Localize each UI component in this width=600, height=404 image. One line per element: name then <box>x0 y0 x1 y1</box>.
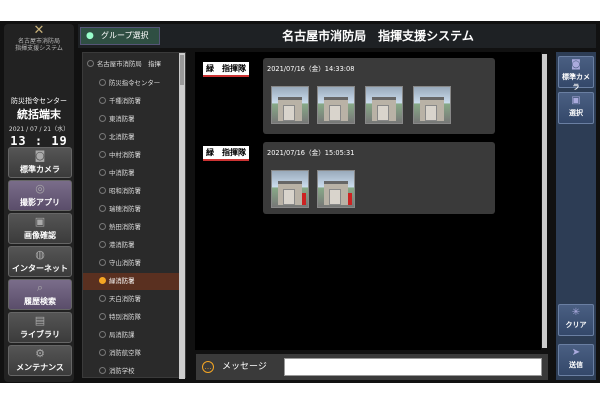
current-date: 2021 / 07 / 21（水） <box>8 126 70 133</box>
org-logo: ✕ 名古屋市消防局 指揮支援システム <box>4 24 74 60</box>
page-title: 名古屋市消防局 指揮支援システム <box>282 29 474 43</box>
tree-node-icon <box>99 151 106 158</box>
tree-item[interactable]: 局消防課 <box>83 327 181 344</box>
organization-tree: 名古屋市消防局 指揮 防災指令センター 千種消防署 東消防署 北消防署 中村消防… <box>82 52 186 380</box>
photo-thumbnail[interactable] <box>365 86 403 124</box>
camera-button[interactable]: ◙ 標準カメラ <box>558 56 594 91</box>
tree-item[interactable]: 特別消防隊 <box>83 309 181 326</box>
org-line1: 名古屋市消防局 <box>17 38 60 45</box>
globe-icon: ◍ <box>35 248 45 261</box>
internet-button[interactable]: ◍ インターネット <box>8 246 72 277</box>
tree-item[interactable]: 熱田消防署 <box>83 219 181 236</box>
send-button[interactable]: ➤ 送信 <box>558 344 594 376</box>
photo-thumbnail[interactable] <box>317 86 355 124</box>
terminal-label: 統括端末 <box>17 108 61 121</box>
app-icon: ◎ <box>35 182 45 195</box>
tree-item[interactable]: 天白消防署 <box>83 291 181 308</box>
sender-badge: 緑 指揮隊 <box>203 146 249 161</box>
tree-node-icon <box>99 79 106 86</box>
tree-scrollbar[interactable] <box>179 53 185 379</box>
image-icon: ▣ <box>34 215 46 228</box>
tree-item[interactable]: 消防学校 <box>83 363 181 380</box>
center-label: 防災指令センター <box>11 97 67 105</box>
tree-node-icon <box>99 349 106 356</box>
select-button[interactable]: ▣ 選択 <box>558 92 594 124</box>
history-search-button[interactable]: ⌕ 履歴検索 <box>8 279 72 310</box>
tree-node-icon <box>99 367 106 374</box>
tree-node-icon <box>87 60 94 67</box>
sender-badge: 緑 指揮隊 <box>203 62 249 77</box>
camera-icon: ◙ <box>34 149 46 162</box>
library-button[interactable]: ▤ ライブラリ <box>8 312 72 343</box>
message-icon: … <box>202 361 214 373</box>
photo-thumbnail[interactable] <box>317 170 355 208</box>
selected-node-icon <box>99 277 106 284</box>
capture-app-button[interactable]: ◎ 撮影アプリ <box>8 180 72 211</box>
tree-node-icon <box>99 259 106 266</box>
message-list: 緑 指揮隊 2021/07/16（金）14:33:08 緑 指揮隊 2021/0… <box>195 52 547 350</box>
message-input[interactable] <box>284 358 542 376</box>
tree-item[interactable]: 昭和消防署 <box>83 183 181 200</box>
right-sidebar: ◙ 標準カメラ ▣ 選択 ✳ クリア ➤ 送信 <box>556 52 596 380</box>
tree-item[interactable]: 名古屋市消防局 指揮 <box>83 56 181 73</box>
tree-item[interactable]: 東消防署 <box>83 111 181 128</box>
tree-node-icon <box>99 241 106 248</box>
tree-item[interactable]: 北消防署 <box>83 129 181 146</box>
message-timestamp: 2021/07/16（金）15:05:31 <box>267 149 355 157</box>
message-timestamp: 2021/07/16（金）14:33:08 <box>267 65 355 73</box>
image-icon: ▣ <box>571 95 581 106</box>
camera-icon: ◙ <box>571 59 581 70</box>
tree-item-selected[interactable]: 緑消防署 <box>83 273 181 290</box>
photo-thumbnail[interactable] <box>413 86 451 124</box>
header-bar: ● グループ選択 名古屋市消防局 指揮支援システム <box>78 24 596 48</box>
org-line2: 指揮支援システム <box>15 45 63 52</box>
loading-icon: ✳ <box>571 307 581 318</box>
tree-node-icon <box>99 97 106 104</box>
tree-node-icon <box>99 169 106 176</box>
gear-icon: ⚙ <box>35 347 45 360</box>
image-check-button[interactable]: ▣ 画像確認 <box>8 213 72 244</box>
maintenance-button[interactable]: ⚙ メンテナンス <box>8 345 72 376</box>
standard-camera-button[interactable]: ◙ 標準カメラ <box>8 147 72 178</box>
history-icon: ⌕ <box>36 281 44 294</box>
tree-item[interactable]: 中村消防署 <box>83 147 181 164</box>
message-label: メッセージ <box>222 362 267 372</box>
tree-node-icon <box>99 133 106 140</box>
message-input-bar: … メッセージ <box>196 354 548 380</box>
tree-node-icon <box>99 223 106 230</box>
tree-item[interactable]: 消防航空隊 <box>83 345 181 362</box>
logo-mark-icon: ✕ <box>33 24 45 38</box>
tree-node-icon <box>99 205 106 212</box>
group-icon: ● <box>86 31 94 41</box>
left-sidebar: ✕ 名古屋市消防局 指揮支援システム 防災指令センター 統括端末 2021 / … <box>4 24 74 382</box>
tree-item[interactable]: 防災指令センター <box>83 75 181 92</box>
tree-node-icon <box>99 187 106 194</box>
tree-item[interactable]: 中消防署 <box>83 165 181 182</box>
tree-node-icon <box>99 115 106 122</box>
tree-item[interactable]: 守山消防署 <box>83 255 181 272</box>
group-select-button[interactable]: ● グループ選択 <box>80 27 160 45</box>
send-icon: ➤ <box>571 347 581 358</box>
book-icon: ▤ <box>34 314 46 327</box>
message-scrollbar[interactable] <box>542 54 547 348</box>
photo-thumbnail[interactable] <box>271 86 309 124</box>
photo-thumbnail[interactable] <box>271 170 309 208</box>
tree-node-icon <box>99 295 106 302</box>
clear-button[interactable]: ✳ クリア <box>558 304 594 336</box>
tree-item[interactable]: 瑞穂消防署 <box>83 201 181 218</box>
tree-node-icon <box>99 331 106 338</box>
tree-scroll-thumb[interactable] <box>180 55 184 85</box>
tree-item[interactable]: 千種消防署 <box>83 93 181 110</box>
tree-node-icon <box>99 313 106 320</box>
tree-item[interactable]: 港消防署 <box>83 237 181 254</box>
